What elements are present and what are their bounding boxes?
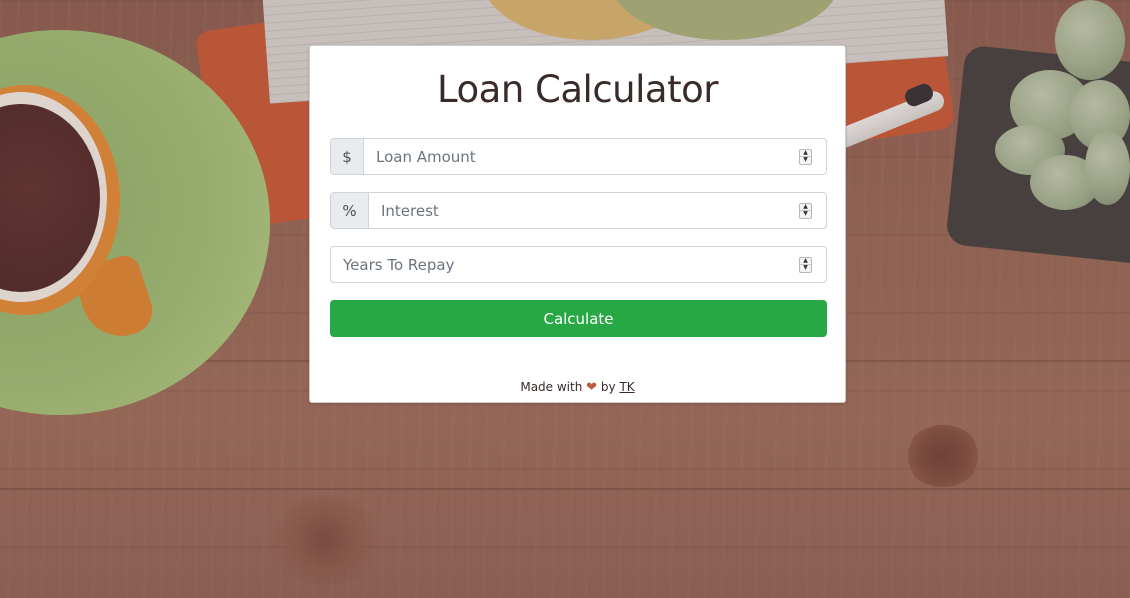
loan-amount-input[interactable] — [364, 139, 799, 174]
interest-input[interactable] — [369, 193, 799, 228]
spin-down-icon[interactable]: ▼ — [800, 157, 811, 164]
spin-down-icon[interactable]: ▼ — [800, 265, 811, 272]
interest-spinner[interactable]: ▲ ▼ — [799, 202, 812, 219]
loan-amount-spinner[interactable]: ▲ ▼ — [799, 148, 812, 165]
spin-down-icon[interactable]: ▼ — [800, 211, 811, 218]
calculate-button[interactable]: Calculate — [330, 300, 827, 337]
loan-amount-group: $ ▲ ▼ — [330, 138, 827, 175]
heart-icon: ❤ — [586, 380, 598, 395]
footer: Made with ❤ by TK — [310, 380, 845, 395]
page-title: Loan Calculator — [437, 68, 718, 111]
years-spinner[interactable]: ▲ ▼ — [799, 256, 812, 273]
dollar-addon: $ — [331, 139, 364, 174]
footer-by: by — [600, 380, 616, 394]
percent-addon: % — [331, 193, 369, 228]
years-group: ▲ ▼ — [330, 246, 827, 283]
loan-calculator-card: Loan Calculator $ ▲ ▼ % ▲ ▼ ▲ ▼ Calculat… — [309, 45, 846, 403]
author-link[interactable]: TK — [619, 380, 634, 394]
interest-group: % ▲ ▼ — [330, 192, 827, 229]
footer-made-with: Made with — [520, 380, 583, 394]
years-to-repay-input[interactable] — [331, 247, 799, 282]
